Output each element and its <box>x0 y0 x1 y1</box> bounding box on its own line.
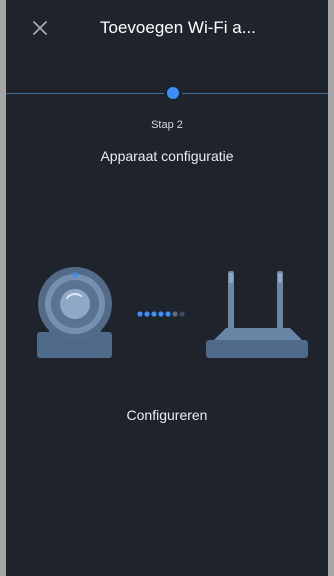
close-icon <box>33 21 47 35</box>
page-title: Toevoegen Wi-Fi a... <box>100 18 256 37</box>
wifi-setup-screen: Toevoegen Wi-Fi a... Stap 2 Apparaat con… <box>6 0 328 576</box>
step-title: Apparaat configuratie <box>100 148 234 164</box>
current-step-indicator <box>164 84 182 102</box>
close-button[interactable] <box>28 16 52 40</box>
step-number: Stap 2 <box>151 119 183 131</box>
connection-dots <box>137 311 185 317</box>
router-icon <box>206 271 308 358</box>
status-text: Configureren <box>126 407 208 423</box>
webcam-icon <box>37 267 112 358</box>
device-connection-illustration <box>37 267 308 358</box>
